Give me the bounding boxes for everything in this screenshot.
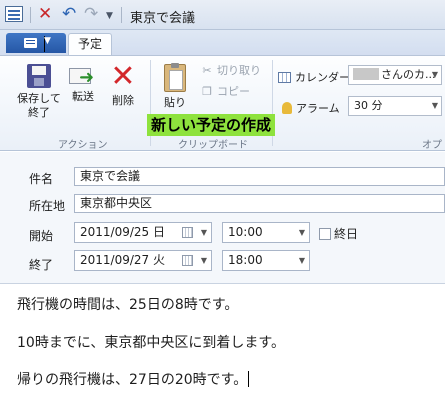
- start-label: 開始: [29, 229, 54, 243]
- chevron-down-icon: ▼: [298, 228, 305, 237]
- scissors-icon: ✂: [202, 64, 212, 77]
- calendar-icon: [182, 255, 193, 266]
- group-label-actions: アクション: [58, 140, 108, 151]
- undo-icon[interactable]: ↶: [62, 6, 76, 23]
- tab-appointment[interactable]: 予定: [68, 33, 112, 56]
- cut-label: 切り取り: [217, 64, 261, 77]
- paste-button[interactable]: 貼り: [160, 58, 190, 110]
- save-close-label-1: 保存して: [17, 92, 61, 105]
- delete-label: 削除: [112, 94, 134, 107]
- calendar-select[interactable]: さんのカ... ▼: [348, 65, 442, 85]
- app-icon[interactable]: [5, 6, 23, 22]
- paste-label: 貼り: [164, 96, 186, 109]
- title-separator: [121, 7, 122, 23]
- calendar-label: カレンダー: [278, 69, 350, 85]
- body-line-2: 10時までに、東京都中央区に到着します。: [17, 335, 285, 351]
- end-time-select[interactable]: 18:00 ▼: [222, 250, 310, 271]
- redacted-name: [353, 68, 379, 80]
- delete-button[interactable]: ✕ 削除: [106, 58, 140, 108]
- annotation-label: 新しい予定の作成: [147, 114, 276, 136]
- forward-icon: ➜: [69, 64, 97, 87]
- save-close-button[interactable]: 保存して 終了: [14, 58, 64, 120]
- save-icon: [27, 64, 51, 88]
- file-menu-button[interactable]: ▼: [6, 33, 66, 53]
- qat-separator: [30, 7, 31, 23]
- allday-label: 終日: [334, 227, 359, 241]
- cut-button[interactable]: ✂ 切り取り: [200, 62, 261, 78]
- qat-dropdown-icon[interactable]: ▼: [106, 11, 113, 21]
- ribbon: 保存して 終了 ➜ 転送 ✕ 削除 アクション 貼り ✂ 切り取り ❐ コピー クリ…: [0, 55, 445, 166]
- allday-checkbox[interactable]: 終日: [319, 225, 358, 242]
- text-cursor: [248, 371, 250, 387]
- chevron-down-icon: ▼: [200, 228, 207, 237]
- delete-icon[interactable]: ✕: [38, 6, 52, 23]
- title-bar: ✕ ↶ ↷ ▼ 東京で会議: [0, 0, 445, 30]
- group-label-clipboard: クリップボード: [178, 140, 248, 151]
- calendar-icon: [182, 227, 193, 238]
- forward-button[interactable]: ➜ 転送: [66, 58, 100, 104]
- redo-icon[interactable]: ↷: [84, 6, 98, 23]
- chevron-down-icon: ▼: [44, 36, 51, 52]
- chevron-down-icon: ▼: [431, 101, 438, 110]
- ribbon-tab-bar: ▼ 予定: [0, 30, 445, 56]
- window-title: 東京で会議: [130, 11, 196, 26]
- end-label: 終了: [29, 258, 54, 272]
- body-line-3: 帰りの飛行機は、27日の20時です。: [17, 371, 250, 388]
- calendar-icon: [278, 72, 291, 83]
- subject-label: 件名: [29, 172, 54, 186]
- alarm-select-value: 30 分: [354, 99, 383, 112]
- checkbox-icon: [319, 228, 331, 240]
- forward-label: 転送: [72, 90, 94, 103]
- delete-icon: ✕: [110, 59, 136, 94]
- alarm-select[interactable]: 30 分 ▼: [348, 96, 442, 116]
- calendar-select-value: さんのカ...: [381, 68, 436, 81]
- paste-icon: [164, 63, 186, 92]
- copy-icon: ❐: [202, 85, 212, 98]
- copy-label: コピー: [217, 85, 250, 98]
- location-label: 所在地: [29, 199, 66, 213]
- subject-input[interactable]: 東京で会議: [74, 167, 445, 186]
- bell-icon: [282, 102, 292, 114]
- start-time-value: 10:00: [228, 225, 263, 239]
- chevron-down-icon: ▼: [200, 256, 207, 265]
- start-time-select[interactable]: 10:00 ▼: [222, 222, 310, 243]
- body-line-1: 飛行機の時間は、25日の8時です。: [17, 297, 239, 313]
- start-date-value: 2011/09/25 日: [80, 225, 165, 239]
- copy-button[interactable]: ❐ コピー: [200, 83, 250, 99]
- end-date-picker[interactable]: 2011/09/27 火 ▼: [74, 250, 212, 271]
- file-menu-icon: [24, 38, 37, 48]
- location-input[interactable]: 東京都中央区: [74, 194, 445, 213]
- alarm-label: アラーム: [282, 100, 340, 116]
- save-close-label-2: 終了: [28, 106, 50, 119]
- end-date-value: 2011/09/27 火: [80, 253, 165, 267]
- chevron-down-icon: ▼: [298, 256, 305, 265]
- chevron-down-icon: ▼: [431, 70, 438, 79]
- start-date-picker[interactable]: 2011/09/25 日 ▼: [74, 222, 212, 243]
- end-time-value: 18:00: [228, 253, 263, 267]
